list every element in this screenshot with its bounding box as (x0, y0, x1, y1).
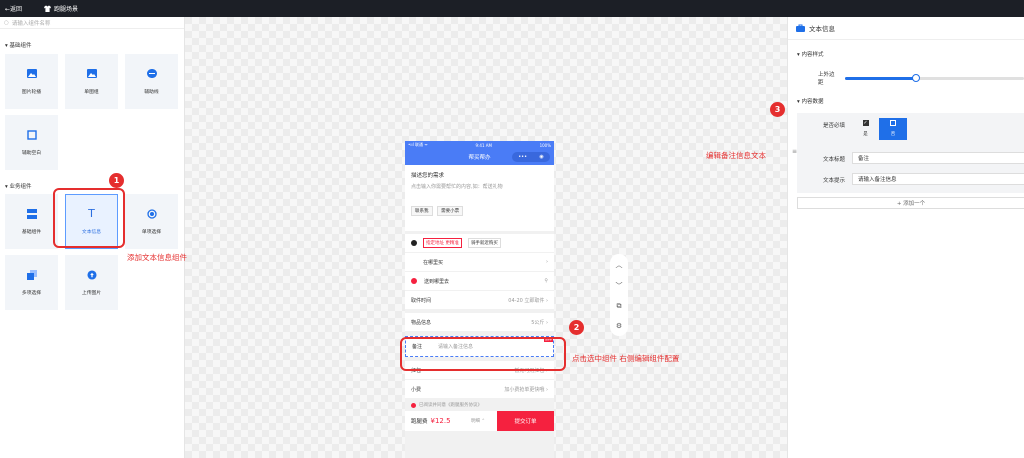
divider-icon (146, 69, 157, 79)
fee-detail-link[interactable]: 明细 ⌃ (471, 418, 485, 424)
tile-multi-choice[interactable]: 多项选择 (5, 255, 58, 310)
copy-icon[interactable]: ⧉ (617, 302, 622, 311)
mini-program-capsule[interactable]: ••• ◉ (512, 152, 550, 162)
request-input[interactable]: 点击输入你需要帮忙的内容,如：帮送礼物 (411, 183, 548, 190)
title-label: 文本标题 (823, 157, 846, 163)
tile-single-choice[interactable]: 单项选择 (125, 194, 178, 249)
phone-preview: •ııl 联通 ᯤ 9:41 AM 100% 帮买帮办 ••• ◉ 描述您的需求… (405, 141, 554, 458)
mode-nearby[interactable]: 骑手就近购买 (467, 238, 501, 248)
component-toolbar: ︿ ﹀ ⧉ ⚙ (610, 254, 628, 336)
buy-icon (411, 240, 417, 246)
close-circle-icon[interactable]: ◉ (539, 154, 543, 160)
nav-bar: 帮买帮办 ••• ◉ (405, 149, 554, 165)
basic-section-title[interactable]: ▾ 基础组件 (5, 41, 32, 49)
request-card: 描述您的需求 点击输入你需要帮忙的内容,如：帮送礼物 联系我 需要小票 (405, 165, 554, 231)
multi-select-icon (26, 269, 37, 280)
move-up-icon[interactable]: ︿ (616, 260, 623, 270)
move-down-icon[interactable]: ﹀ (616, 281, 623, 291)
config-title: 文本信息 (788, 17, 1024, 40)
config-panel: 文本信息 ▾ 内容样式 上外边距 ▾ 内容数据 ≡ 是否必填 ✓ 是 否 文本标… (787, 17, 1024, 458)
annotation-text-3: 编辑备注信息文本 (706, 151, 766, 160)
shirt-icon (44, 5, 52, 12)
square-icon (26, 129, 37, 140)
bag-icon (796, 24, 805, 32)
chevron-right-icon: › (546, 259, 548, 265)
tag-need-receipt[interactable]: 需要小票 (437, 206, 464, 216)
required-toggle[interactable]: ✓ 是 否 (852, 118, 907, 140)
tile-single-image[interactable]: 单图组 (65, 54, 118, 109)
agreement-row[interactable]: 已阅读并同意《跑腿服务协议》 (405, 399, 554, 411)
status-bar: •ııl 联通 ᯤ 9:41 AM 100% (405, 141, 554, 149)
check-icon: ✓ (862, 120, 869, 126)
back-button[interactable]: ←返回 (5, 4, 22, 13)
goods-row[interactable]: 物品信息 5公斤 › (405, 313, 554, 332)
slider-fill (844, 76, 917, 80)
tile-divider[interactable]: 辅助线 (125, 54, 178, 109)
tile-spacer[interactable]: 辅助空白 (5, 115, 58, 170)
more-icon[interactable]: ••• (518, 154, 527, 160)
top-bar: ←返回 跑腿场景 (0, 0, 1024, 17)
image-icon (26, 69, 37, 79)
request-title: 描述您的需求 (411, 173, 445, 179)
padding-slider[interactable] (844, 73, 1024, 82)
component-search[interactable]: ○ 请输入组件名称 (0, 17, 184, 29)
padding-row: 上外边距 (818, 70, 1024, 86)
drag-handle-icon[interactable]: ≡ (792, 148, 797, 155)
deliver-row[interactable]: 送到哪里去 ⚲ (405, 272, 554, 291)
radio-icon (146, 208, 157, 219)
business-section-title[interactable]: ▾ 业务组件 (5, 182, 32, 190)
pickup-time-row[interactable]: 取件时间 04-20 立即取件 › (405, 291, 554, 310)
tile-basic-component[interactable]: 基础组件 (5, 194, 58, 249)
hint-label: 文本提示 (823, 178, 846, 184)
style-section[interactable]: ▾ 内容样式 (797, 50, 824, 58)
add-item-button[interactable]: + 添加一个 (797, 197, 1024, 209)
address-card: 指定地址 更精准 骑手就近购买 在哪里买 › 送到哪里去 ⚲ 取件时间 04-20… (405, 234, 554, 310)
upload-cloud-icon (86, 269, 97, 280)
required-yes-option[interactable]: ✓ 是 (852, 118, 879, 140)
annotation-badge-1: 1 (109, 173, 124, 188)
mode-specified-address[interactable]: 指定地址 更精准 (423, 238, 462, 248)
annotation-box-1 (53, 188, 125, 248)
check-circle-icon (411, 402, 416, 408)
text-title-input[interactable]: 备注 (852, 152, 1024, 164)
required-no-option[interactable]: 否 (879, 118, 907, 140)
annotation-badge-2: 2 (569, 320, 584, 335)
tip-row[interactable]: 小费 加小费抢单更快哦 › (405, 380, 554, 399)
annotation-text-1: 添加文本信息组件 (127, 253, 187, 262)
image-icon (86, 69, 97, 79)
design-canvas[interactable]: •ııl 联通 ᯤ 9:41 AM 100% 帮买帮办 ••• ◉ 描述您的需求… (185, 17, 787, 458)
tile-image-carousel[interactable]: 图片轮播 (5, 54, 58, 109)
square-icon (890, 120, 896, 126)
form-icon (26, 208, 37, 219)
data-section[interactable]: ▾ 内容数据 (797, 97, 824, 105)
deliver-icon (411, 278, 417, 284)
text-hint-input[interactable]: 请输入备注信息 (852, 173, 1024, 185)
annotation-box-2 (400, 337, 566, 371)
person-icon: ⚲ (544, 278, 548, 284)
order-bar: 跑腿费 ¥12.5 明细 ⌃ 提交订单 (405, 411, 554, 431)
settings-icon[interactable]: ⚙ (616, 322, 622, 330)
tile-upload-image[interactable]: 上传图片 (65, 255, 118, 310)
slider-knob[interactable] (912, 73, 921, 82)
buy-place-row[interactable]: 在哪里买 › (405, 253, 554, 272)
annotation-badge-3: 3 (770, 102, 785, 117)
submit-order-button[interactable]: 提交订单 (497, 411, 554, 431)
required-row: 是否必填 (823, 123, 846, 129)
scene-title: 跑腿场景 (44, 4, 78, 13)
annotation-text-2: 点击选中组件 右侧编辑组件配置 (572, 354, 680, 363)
tag-contact-me[interactable]: 联系我 (411, 206, 433, 216)
fee-amount: ¥12.5 (430, 417, 451, 425)
search-icon: ○ (4, 19, 9, 26)
